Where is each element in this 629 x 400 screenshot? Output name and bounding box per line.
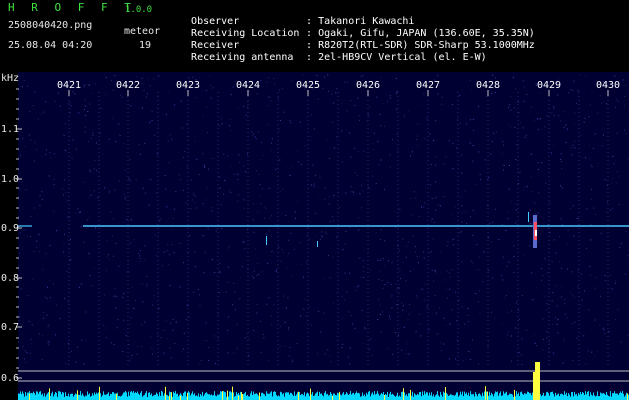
file-name: 2508040420.png: [8, 20, 93, 31]
meteor-label: meteor: [124, 26, 161, 37]
spectrogram-background: [18, 72, 629, 400]
y-tick-label: 1.0: [1, 174, 20, 185]
info-value: : 2el-HB9CV Vertical (el. E-W): [306, 52, 487, 63]
x-tick-label: 0424: [235, 80, 261, 91]
y-tick-label: 0.8: [1, 273, 20, 284]
y-tick-label: 0.7: [1, 322, 20, 333]
x-tick-label: 0421: [56, 80, 82, 91]
x-tick-label: 0428: [475, 80, 501, 91]
app-brand: H R O F F T: [8, 1, 136, 14]
y-axis-unit: kHz: [1, 73, 20, 84]
x-tick-label: 0425: [295, 80, 321, 91]
x-tick-label: 0422: [115, 80, 141, 91]
faint-echo: [266, 236, 267, 245]
x-tick-label: 0423: [175, 80, 201, 91]
x-tick-label: 0426: [355, 80, 381, 91]
info-label: Receiving antenna: [191, 52, 294, 63]
info-antenna: Receiving antenna : 2el-HB9CV Vertical (e…: [179, 40, 487, 64]
x-tick-label: 0429: [536, 80, 562, 91]
app-version: 1.0.0: [125, 5, 153, 15]
y-tick-label: 1.1: [1, 124, 20, 135]
x-tick-label: 0430: [595, 80, 621, 91]
y-tick-label: 0.9: [1, 223, 20, 234]
capture-datetime: 25.08.04 04:20: [8, 40, 93, 51]
y-tick-label: 0.6: [1, 373, 20, 384]
x-tick-label: 0427: [415, 80, 441, 91]
meteor-count: 19: [139, 40, 152, 51]
faint-echo: [317, 241, 318, 247]
